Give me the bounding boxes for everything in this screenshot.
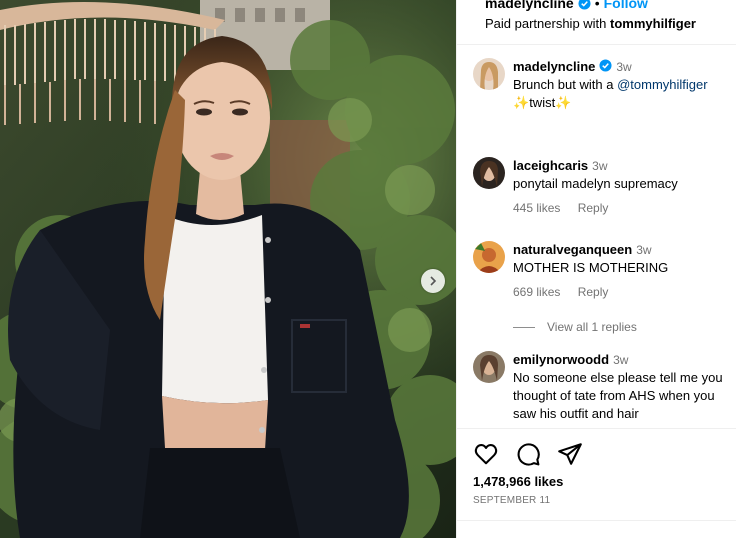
avatar[interactable] — [473, 58, 505, 90]
post-date[interactable]: SEPTEMBER 11 — [473, 495, 550, 506]
comment-icon[interactable] — [515, 441, 541, 467]
post-header: madelyncline • Follow Paid partnership w… — [457, 0, 736, 44]
comment-time[interactable]: 3w — [613, 353, 628, 367]
comment-item: emilynorwoodd 3w No someone else please t… — [473, 351, 735, 423]
post-side-panel: madelyncline • Follow Paid partnership w… — [456, 0, 736, 538]
instagram-post: madelyncline • Follow Paid partnership w… — [0, 0, 736, 538]
caption-time[interactable]: 3w — [616, 60, 631, 74]
author-username[interactable]: madelyncline — [485, 0, 574, 11]
follow-button[interactable]: Follow — [604, 0, 648, 11]
commenter-avatar-image — [473, 241, 505, 273]
footer-divider — [457, 520, 736, 521]
comment-text: MOTHER IS MOTHERING — [513, 260, 669, 275]
comment-username[interactable]: emilynorwoodd — [513, 352, 609, 367]
actions-divider — [457, 428, 736, 429]
comment-likes[interactable]: 445 likes — [513, 201, 560, 215]
verified-badge-icon — [578, 0, 591, 10]
post-image — [0, 0, 456, 538]
avatar[interactable] — [473, 157, 505, 189]
comment-username[interactable]: naturalveganqueen — [513, 242, 632, 257]
comment-username[interactable]: laceighcaris — [513, 158, 588, 173]
caption: madelyncline 3w Brunch but with a @tommyh… — [473, 58, 735, 112]
post-photo[interactable] — [0, 0, 456, 538]
partnership-prefix: Paid partnership with — [485, 16, 607, 31]
next-photo-button[interactable] — [421, 269, 445, 293]
comment-item: naturalveganqueen 3w MOTHER IS MOTHERING … — [473, 241, 735, 299]
chevron-right-icon — [430, 276, 437, 286]
view-replies-button[interactable]: View all 1 replies — [513, 320, 637, 334]
avatar[interactable] — [473, 351, 505, 383]
comment-text: No someone else please tell me you thoug… — [513, 370, 723, 421]
caption-mention-link[interactable]: @tommyhilfiger — [617, 77, 708, 92]
sparkles-emoji: ✨ — [513, 95, 530, 110]
replies-line — [513, 326, 535, 328]
commenter-avatar-image — [473, 157, 505, 189]
reply-button[interactable]: Reply — [578, 285, 609, 299]
view-replies-label: View all 1 replies — [547, 320, 637, 334]
partner-link[interactable]: tommyhilfiger — [610, 16, 696, 31]
post-actions — [473, 441, 583, 467]
comment-likes[interactable]: 669 likes — [513, 285, 560, 299]
avatar[interactable] — [473, 241, 505, 273]
reply-button[interactable]: Reply — [578, 201, 609, 215]
comment-time[interactable]: 3w — [636, 243, 651, 257]
send-icon[interactable] — [557, 441, 583, 467]
sparkles-emoji: ✨ — [555, 95, 572, 110]
comment-time[interactable]: 3w — [592, 159, 607, 173]
heart-icon[interactable] — [473, 441, 499, 467]
likes-count[interactable]: 1,478,966 likes — [473, 474, 563, 489]
separator-dot: • — [594, 0, 600, 11]
partnership-label: Paid partnership with tommyhilfiger — [485, 16, 696, 31]
comment-text: ponytail madelyn supremacy — [513, 176, 678, 191]
author-avatar-image — [473, 58, 505, 90]
header-divider — [457, 44, 736, 45]
caption-username[interactable]: madelyncline — [513, 59, 595, 74]
verified-badge-icon — [599, 59, 612, 72]
commenter-avatar-image — [473, 351, 505, 383]
caption-text-before: Brunch but with a — [513, 77, 614, 92]
comment-item: laceighcaris 3w ponytail madelyn supremac… — [473, 157, 735, 215]
caption-text-mid: twist — [529, 95, 556, 110]
